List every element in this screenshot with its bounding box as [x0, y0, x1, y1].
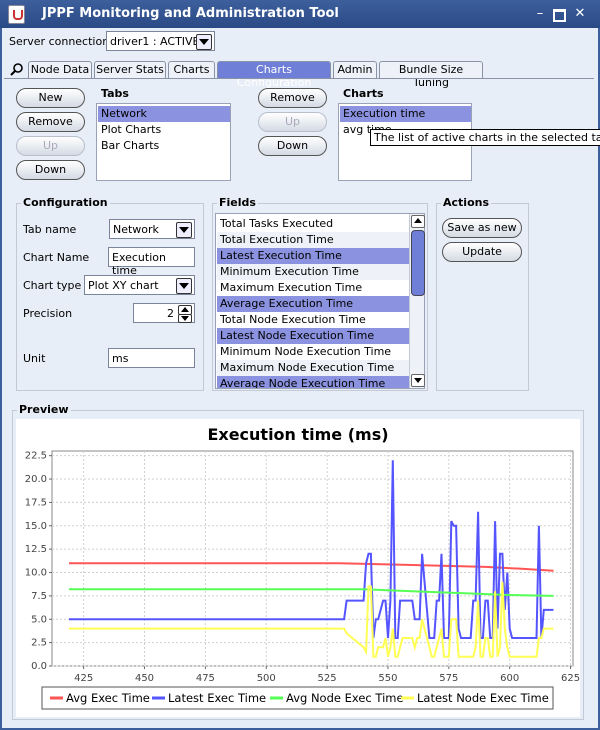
x-tick-label: 575 — [439, 673, 458, 684]
x-tick-label: 550 — [378, 673, 397, 684]
server-connection-combo[interactable]: driver1 : ACTIVE — [106, 31, 215, 51]
fields-list[interactable]: Total Tasks Executed Total Execution Time… — [215, 213, 425, 389]
chevron-down-icon — [196, 34, 212, 50]
list-item[interactable]: Minimum Execution Time — [217, 264, 410, 280]
move-chart-up-button[interactable]: Up — [258, 112, 327, 132]
chevron-down-icon — [176, 278, 192, 294]
list-item[interactable]: Latest Node Execution Time — [217, 328, 410, 344]
maximize-button[interactable] — [551, 6, 567, 22]
actions-group-title: Actions — [441, 196, 491, 209]
search-icon[interactable] — [7, 60, 27, 78]
list-item[interactable]: Average Execution Time — [217, 296, 410, 312]
list-item[interactable]: Plot Charts — [98, 122, 230, 138]
x-tick-label: 625 — [561, 673, 580, 684]
spinner-down-icon[interactable] — [178, 314, 192, 323]
java-app-icon — [8, 5, 25, 24]
server-connection-label: Server connection — [9, 35, 110, 48]
x-tick-label: 425 — [74, 673, 93, 684]
y-tick-label: 17.5 — [25, 497, 47, 508]
preview-group-title: Preview — [17, 403, 71, 416]
x-tick-label: 525 — [318, 673, 337, 684]
x-tick-label: 600 — [500, 673, 519, 684]
tabs-list[interactable]: Network Plot Charts Bar Charts — [96, 103, 231, 181]
x-tick-label: 450 — [135, 673, 154, 684]
precision-label: Precision — [23, 307, 73, 320]
chart-panel: Execution time (ms) 425 450 475 500 525 550 575… — [16, 419, 580, 717]
scroll-up-icon[interactable] — [411, 215, 425, 228]
tab-server-stats[interactable]: Server Stats — [94, 61, 166, 78]
list-item[interactable]: Execution time — [340, 106, 471, 122]
x-tick-label: 500 — [257, 673, 276, 684]
list-item[interactable]: Total Node Execution Time — [217, 312, 410, 328]
x-tick-label: 475 — [196, 673, 215, 684]
title-bar: JPPF Monitoring and Administration Tool … — [0, 0, 600, 28]
chart-name-value: Execution time — [112, 251, 166, 277]
tab-admin[interactable]: Admin — [333, 61, 377, 78]
y-tick-label: 20.0 — [25, 474, 47, 485]
server-connection-value: driver1 : ACTIVE — [110, 35, 200, 48]
legend-label: Latest Node Exec Time — [417, 691, 549, 705]
charts-group-title: Charts — [343, 87, 384, 100]
close-button[interactable]: ✕ — [572, 6, 588, 22]
tab-divider — [4, 78, 594, 79]
tab-charts-configuration[interactable]: Charts Configuration — [217, 61, 331, 89]
move-tab-down-button[interactable]: Down — [16, 160, 85, 180]
unit-label: Unit — [23, 352, 46, 365]
update-button[interactable]: Update — [442, 242, 522, 262]
scroll-down-icon[interactable] — [411, 374, 425, 387]
y-tick-label: 15.0 — [25, 521, 47, 532]
list-item[interactable]: Average Node Execution Time — [217, 376, 410, 388]
y-tick-label: 22.5 — [25, 451, 47, 462]
tab-node-data[interactable]: Node Data — [28, 61, 92, 78]
list-item[interactable]: Total Tasks Executed — [217, 216, 410, 232]
move-tab-up-button[interactable]: Up — [16, 136, 85, 156]
tab-name-combo[interactable]: Network — [109, 219, 195, 239]
legend-label: Avg Node Exec Time — [286, 691, 404, 705]
precision-spinner[interactable]: 2 — [133, 303, 195, 323]
charts-list-tooltip: The list of active charts in the selecte… — [370, 129, 600, 146]
y-tick-label: 12.5 — [25, 544, 47, 555]
list-item[interactable]: Network — [98, 106, 230, 122]
tab-charts[interactable]: Charts — [168, 61, 215, 78]
list-item[interactable]: Bar Charts — [98, 138, 230, 154]
precision-value: 2 — [167, 307, 174, 320]
chart-type-combo[interactable]: Plot XY chart — [84, 275, 195, 295]
remove-chart-button[interactable]: Remove — [258, 88, 327, 108]
move-chart-down-button[interactable]: Down — [258, 136, 327, 156]
fields-group-title: Fields — [217, 196, 258, 209]
chart-title: Execution time (ms) — [207, 425, 388, 444]
legend-label: Latest Exec Time — [168, 691, 266, 705]
list-item[interactable]: Maximum Execution Time — [217, 280, 410, 296]
tabs-group-title: Tabs — [101, 87, 129, 100]
tab-bundle-size-tuning[interactable]: Bundle Size Tuning — [379, 61, 483, 89]
tab-name-value: Network — [113, 223, 159, 236]
list-item[interactable]: Total Execution Time — [217, 232, 410, 248]
y-tick-label: 7.5 — [31, 591, 47, 602]
y-tick-label: 5.0 — [31, 614, 47, 625]
execution-time-chart: Execution time (ms) 425 450 475 500 525 550 575… — [25, 425, 580, 710]
minimize-button[interactable]: – — [532, 6, 548, 22]
chart-name-label: Chart Name — [23, 251, 90, 264]
fields-scrollbar[interactable] — [409, 214, 425, 388]
list-item[interactable]: Latest Execution Time — [217, 248, 410, 264]
y-tick-label: 0.0 — [31, 661, 47, 672]
remove-tab-button[interactable]: Remove — [16, 112, 85, 132]
chevron-down-icon — [176, 222, 192, 238]
list-item[interactable]: Minimum Node Execution Time — [217, 344, 410, 360]
tab-name-label: Tab name — [23, 223, 77, 236]
chart-type-label: Chart type — [23, 279, 82, 292]
window-title: JPPF Monitoring and Administration Tool — [42, 6, 339, 21]
y-tick-label: 10.0 — [25, 568, 47, 579]
legend-label: Avg Exec Time — [66, 691, 150, 705]
configuration-group-title: Configuration — [21, 196, 110, 209]
save-as-new-button[interactable]: Save as new — [442, 218, 522, 238]
chart-type-value: Plot XY chart — [88, 279, 159, 292]
list-item[interactable]: Maximum Node Execution Time — [217, 360, 410, 376]
unit-value: ms — [112, 352, 129, 365]
scroll-thumb[interactable] — [411, 230, 425, 296]
chart-name-field[interactable]: Execution time — [108, 247, 195, 277]
y-tick-label: 2.5 — [31, 638, 47, 649]
new-tab-button[interactable]: New — [16, 88, 85, 108]
unit-field[interactable]: ms — [108, 348, 195, 368]
